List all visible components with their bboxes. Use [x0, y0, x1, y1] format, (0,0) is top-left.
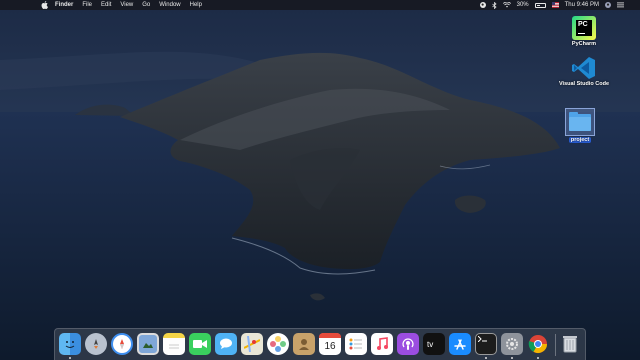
list-icon[interactable] [617, 2, 624, 8]
desktop-icon-label: PyCharm [571, 41, 597, 47]
calendar-day: 16 [324, 341, 336, 352]
menu-app-name[interactable]: Finder [55, 0, 73, 10]
dock-tv-icon[interactable]: tv [423, 333, 445, 355]
dock-terminal-icon[interactable] [475, 333, 497, 355]
menu-window[interactable]: Window [159, 0, 180, 10]
dock-music-icon[interactable] [371, 333, 393, 355]
record-status-icon[interactable]: ● [479, 2, 486, 8]
vscode-icon [572, 57, 595, 79]
folder-icon [569, 111, 591, 131]
menu-help[interactable]: Help [190, 0, 202, 10]
svg-text:tv: tv [427, 340, 433, 349]
dock-podcasts-icon[interactable] [397, 333, 419, 355]
dock-launchpad-icon[interactable] [85, 333, 107, 355]
desktop-icon-label: Visual Studio Code [558, 81, 609, 87]
dock-photos-icon[interactable] [267, 333, 289, 355]
pycharm-glyph: PC [578, 21, 588, 28]
dock-maps-icon[interactable] [241, 333, 263, 355]
battery-icon[interactable] [534, 2, 546, 8]
menu-go[interactable]: Go [142, 0, 150, 10]
dock-separator [555, 334, 556, 356]
dock-trash-icon[interactable] [559, 333, 581, 355]
dock-appstore-icon[interactable] [449, 333, 471, 355]
dock-messages-icon[interactable] [215, 333, 237, 355]
dock: 16 tv [54, 328, 586, 360]
dock-preview-icon[interactable] [137, 333, 159, 355]
desktop-icon-pycharm[interactable]: PC PyCharm [564, 16, 604, 47]
pycharm-icon: PC [572, 16, 596, 40]
dock-finder-icon[interactable] [59, 333, 81, 355]
dock-safari-icon[interactable] [111, 333, 133, 355]
menu-view[interactable]: View [120, 0, 133, 10]
dock-notes-icon[interactable] [163, 333, 185, 355]
dock-system-preferences-icon[interactable] [501, 333, 523, 355]
desktop-icon-label: project [568, 137, 592, 143]
wifi-icon[interactable] [502, 2, 511, 8]
dock-facetime-icon[interactable] [189, 333, 211, 355]
battery-percent[interactable]: 30% [517, 0, 529, 10]
desktop: Finder File Edit View Go Window Help ● 3… [0, 0, 640, 360]
menu-edit[interactable]: Edit [101, 0, 111, 10]
dock-chrome-icon[interactable] [527, 333, 549, 355]
desktop-icon-vscode[interactable]: Visual Studio Code [554, 56, 614, 87]
dock-reminders-icon[interactable] [345, 333, 367, 355]
dock-contacts-icon[interactable] [293, 333, 315, 355]
user-icon[interactable]: ● [605, 2, 611, 8]
bluetooth-icon[interactable] [491, 1, 497, 9]
clock[interactable]: Thu 9:46 PM [565, 0, 599, 10]
flag-icon[interactable] [551, 2, 559, 8]
apple-logo-icon[interactable] [40, 1, 48, 9]
desktop-icon-project[interactable]: project [560, 108, 600, 143]
dock-calendar-icon[interactable]: 16 [319, 333, 341, 355]
wallpaper-catalina [0, 0, 640, 360]
menu-bar: Finder File Edit View Go Window Help ● 3… [0, 0, 640, 10]
menu-file[interactable]: File [82, 0, 92, 10]
